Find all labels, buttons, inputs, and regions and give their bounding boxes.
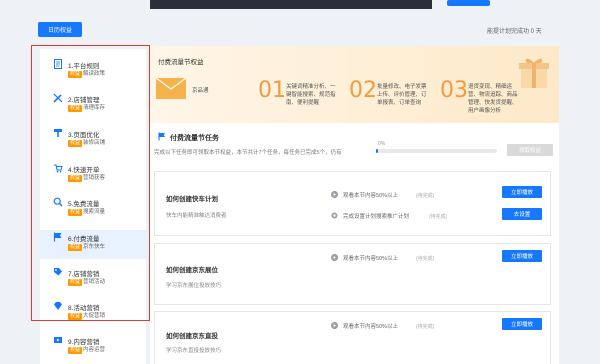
requirement-text: 观看本节内容50%以上 xyxy=(343,324,399,330)
sidebar-item-label: 1.平台规则 xyxy=(68,63,100,70)
task-card: 如何创建快车计划 快车内能精准触达消费者 观看本节内容50%以上 (待完成) 完… xyxy=(154,171,551,236)
sidebar-item-label: 9.内容营销 xyxy=(68,339,100,346)
hero-title: 付费流量节权益 xyxy=(158,59,204,66)
rights-badge: 权益 xyxy=(68,105,83,112)
tools-icon xyxy=(53,93,63,103)
task-card: 如何创建京东直投 学习京东直投投放技巧 观看本节内容50%以上 (待完成) 立即… xyxy=(154,311,551,364)
requirement-status: (待完成) xyxy=(416,256,435,262)
brush-icon xyxy=(54,129,62,137)
sidebar: 1.平台规则 权益 解读政策 2.店铺管理 权益 清理库存 3.页面优化 权益 … xyxy=(40,49,146,364)
rights-badge: 权益 xyxy=(68,279,83,286)
sidebar-item-sub: 营销获客 xyxy=(83,175,106,181)
requirement-text: 完成设置计划搜索推广计划 xyxy=(343,214,410,220)
sidebar-item-sub: 解读政策 xyxy=(83,71,106,77)
requirement-status: (待完成) xyxy=(416,324,435,330)
task-desc: 学习京东直投投放技巧 xyxy=(166,348,222,354)
gear-icon xyxy=(331,212,338,219)
task-desc: 学习京东展位投放技巧 xyxy=(166,283,222,289)
sidebar-item-sub: 装修店铺 xyxy=(83,140,106,146)
requirement-status: (待完成) xyxy=(429,214,448,220)
sidebar-item-label: 5.免费流量 xyxy=(68,201,100,208)
rights-badge: 权益 xyxy=(68,209,83,216)
play-icon xyxy=(331,322,338,329)
rights-badge: 权益 xyxy=(68,347,83,354)
requirement-status: (待完成) xyxy=(416,193,435,199)
tag-icon xyxy=(54,268,62,276)
main-panel: 付费流量节权益 京品通 01 关键词精准分析、一键智能搜索、规范指南、便利提醒 … xyxy=(150,46,559,364)
step-text: 批量修改、电子发票上传、评价管理、订单报表、订单查询 xyxy=(377,84,427,106)
sidebar-item-sub: 搜索流量 xyxy=(83,209,106,215)
play-icon xyxy=(331,254,338,261)
search-icon xyxy=(53,197,63,207)
rights-badge: 权益 xyxy=(68,140,83,147)
flag-icon xyxy=(53,232,62,242)
sidebar-item-label: 8.活动营销 xyxy=(68,305,100,312)
task-title: 如何创建京东展位 xyxy=(166,267,218,274)
video-icon xyxy=(54,337,62,343)
task-card: 如何创建京东展位 学习京东展位投放技巧 观看本节内容50%以上 (待完成) 立即… xyxy=(154,243,551,305)
rights-badge: 权益 xyxy=(68,175,83,182)
calendar-rights-button[interactable]: 日历权益 xyxy=(38,22,82,37)
rights-badge: 权益 xyxy=(68,313,83,320)
progress-bar xyxy=(376,149,497,153)
progress-percent: 0% xyxy=(378,141,386,147)
section-desc: 完成以下任务即可领取本节权益，本节共计7个任务，每任务已完成5个，仍有 xyxy=(154,150,342,156)
gift-icon xyxy=(519,58,549,88)
cart-icon xyxy=(54,164,63,173)
rights-badge: 权益 xyxy=(68,244,83,251)
claim-rights-button[interactable]: 领取权益 xyxy=(507,144,553,156)
sidebar-item-sub: 京东快车 xyxy=(83,244,106,250)
sidebar-item-sub: 内容运营 xyxy=(83,347,106,353)
flag-icon xyxy=(158,132,165,141)
task-desc: 快车内能精准触达消费者 xyxy=(166,213,227,219)
sidebar-item-label: 7.店铺营销 xyxy=(68,271,100,278)
step-number: 03 xyxy=(440,78,468,103)
play-icon xyxy=(331,191,338,198)
step-number: 02 xyxy=(349,78,377,103)
play-now-button[interactable]: 立即播放 xyxy=(502,186,542,198)
sidebar-item-label: 2.店铺管理 xyxy=(68,97,100,104)
sidebar-item-store-marketing[interactable]: 7.店铺营销 权益 营销活动 xyxy=(40,265,146,294)
sidebar-item-free-traffic[interactable]: 5.免费流量 权益 搜索流量 xyxy=(40,195,146,224)
sidebar-item-content-marketing[interactable]: 9.内容营销 权益 内容运营 xyxy=(40,333,146,362)
sidebar-item-label: 4.快速开单 xyxy=(68,167,100,174)
plan-status-text: 能提计划完成功 0 天 xyxy=(487,29,542,35)
rights-hero: 付费流量节权益 京品通 01 关键词精准分析、一键智能搜索、规范指南、便利提醒 … xyxy=(150,46,559,123)
document-icon xyxy=(54,59,62,69)
sidebar-item-sub: 清理库存 xyxy=(83,105,106,111)
go-settings-button[interactable]: 去设置 xyxy=(502,208,542,220)
sidebar-item-store-management[interactable]: 2.店铺管理 权益 清理库存 xyxy=(40,91,146,120)
section-title: 付费流量节任务 xyxy=(170,135,219,142)
top-action-button[interactable] xyxy=(447,0,490,6)
play-now-button[interactable]: 立即播放 xyxy=(502,250,542,262)
sidebar-item-sub: 营销活动 xyxy=(83,279,106,285)
sidebar-item-platform-rules[interactable]: 1.平台规则 权益 解读政策 xyxy=(40,57,146,86)
sidebar-item-event-marketing[interactable]: 8.活动营销 权益 大促营销 xyxy=(40,299,146,328)
diamond-icon xyxy=(54,302,62,310)
sidebar-item-page-optimization[interactable]: 3.页面优化 权益 装修店铺 xyxy=(40,126,146,155)
progress-fill xyxy=(376,149,379,153)
sidebar-item-sub: 大促营销 xyxy=(83,313,106,319)
step-text: 关键词精准分析、一键智能搜索、规范指南、便利提醒 xyxy=(286,84,336,106)
requirement-text: 观看本节内容50%以上 xyxy=(343,193,399,199)
sidebar-item-quick-order[interactable]: 4.快速开单 权益 营销获客 xyxy=(40,161,146,190)
jd-label: 京品通 xyxy=(192,88,209,94)
sidebar-item-label: 6.付费流量 xyxy=(68,236,100,243)
envelope-icon xyxy=(156,78,186,99)
play-now-button[interactable]: 立即播放 xyxy=(502,318,542,330)
step-text: 退货变现、精细运营、物流追踪、商品管理、快发货提醒、用户画像分析 xyxy=(468,84,518,114)
task-title: 如何创建快车计划 xyxy=(166,196,218,203)
task-title: 如何创建京东直投 xyxy=(166,333,218,340)
requirement-text: 观看本节内容50%以上 xyxy=(343,256,399,262)
step-number: 01 xyxy=(258,78,286,103)
sidebar-item-label: 3.页面优化 xyxy=(68,132,100,139)
top-banner xyxy=(150,0,432,9)
rights-badge: 权益 xyxy=(68,71,83,78)
sidebar-item-paid-traffic[interactable]: 6.付费流量 权益 京东快车 xyxy=(40,230,146,259)
